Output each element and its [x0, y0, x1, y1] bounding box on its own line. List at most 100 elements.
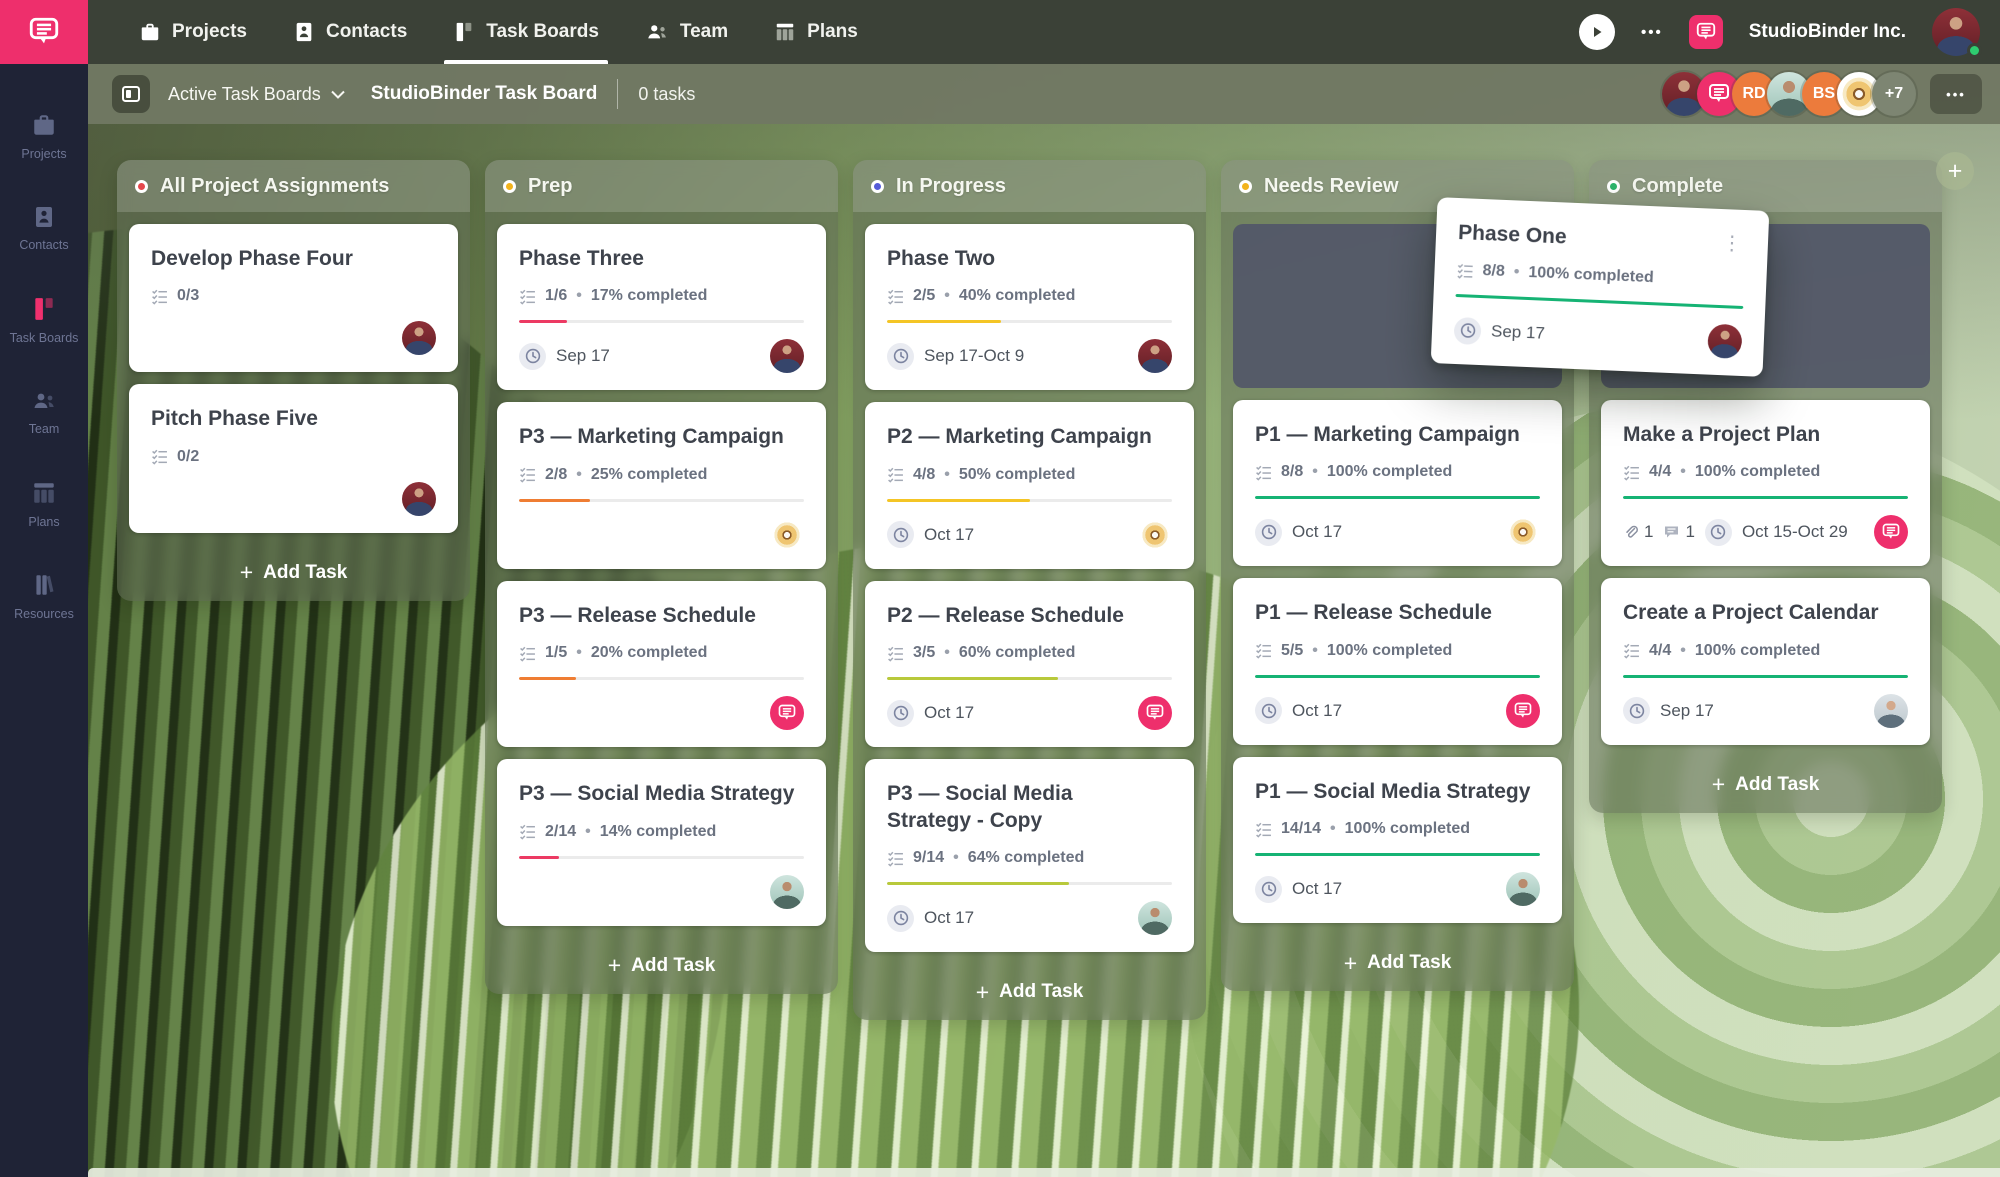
sidebar-label: Plans [28, 515, 59, 529]
board-view-icon [121, 84, 141, 104]
board-more-button[interactable]: ••• [1930, 74, 1982, 114]
column-body: Develop Phase Four 0/3 Pitch Phase Five … [117, 212, 470, 533]
task-card[interactable]: Create a Project Calendar 4/4 • 100% com… [1601, 578, 1930, 744]
sidebar-item-team[interactable]: Team [0, 366, 88, 458]
checklist-icon [151, 288, 168, 305]
board-title: StudioBinder Task Board [371, 83, 598, 105]
sidebar-item-resources[interactable]: Resources [0, 550, 88, 642]
assignee-avatar[interactable] [1138, 339, 1172, 373]
column-header[interactable]: Prep [485, 160, 838, 212]
column-title: Prep [528, 175, 572, 198]
assignee-avatar[interactable] [1506, 515, 1540, 549]
assignee-avatar[interactable] [770, 696, 804, 730]
checklist-count: 14/14 [1281, 820, 1321, 838]
add-task-button[interactable]: + Add Task [117, 545, 470, 601]
sidebar-item-contacts[interactable]: Contacts [0, 182, 88, 274]
card-checklist: 9/14 • 64% completed [887, 849, 1172, 867]
account-avatar[interactable] [1932, 8, 1980, 56]
task-card[interactable]: P1 — Social Media Strategy 14/14 • 100% … [1233, 757, 1562, 923]
add-column-button[interactable]: + [1936, 152, 1974, 190]
plus-icon: + [1344, 950, 1357, 977]
nav-item-projects[interactable]: Projects [116, 0, 270, 64]
sidebar-item-plans[interactable]: Plans [0, 458, 88, 550]
assignee-avatar[interactable] [770, 339, 804, 373]
task-card[interactable]: Pitch Phase Five 0/2 [129, 384, 458, 532]
nav-item-contacts[interactable]: Contacts [270, 0, 430, 64]
checklist-icon [887, 850, 904, 867]
assignee-avatar[interactable] [1874, 515, 1908, 549]
assignee-avatar[interactable] [1138, 696, 1172, 730]
task-card[interactable]: P3 — Social Media Strategy - Copy 9/14 •… [865, 759, 1194, 952]
task-card[interactable]: Phase Two 2/5 • 40% completed Sep 17-Oct… [865, 224, 1194, 390]
progress-fill [519, 856, 559, 859]
task-card[interactable]: Develop Phase Four 0/3 [129, 224, 458, 372]
task-card[interactable]: P3 — Release Schedule 1/5 • 20% complete… [497, 581, 826, 747]
checklist-icon [1255, 464, 1272, 481]
more-menu-button[interactable]: ••• [1641, 24, 1663, 41]
column-prep: Prep Phase Three 1/6 • 17% completed Sep… [485, 160, 838, 994]
assignee-avatar[interactable] [1707, 324, 1742, 359]
dragging-card-phase-one[interactable]: Phase One ⋮ 8/8 • 100% completed Sep 17 [1431, 197, 1770, 377]
task-card[interactable]: P3 — Marketing Campaign 2/8 • 25% comple… [497, 402, 826, 568]
nav-item-team[interactable]: Team [622, 0, 751, 64]
assignee-avatar[interactable] [1874, 694, 1908, 728]
task-card[interactable]: P2 — Marketing Campaign 4/8 • 50% comple… [865, 402, 1194, 568]
card-footer [519, 695, 804, 731]
task-card[interactable]: P2 — Release Schedule 3/5 • 60% complete… [865, 581, 1194, 747]
add-task-button[interactable]: + Add Task [1589, 757, 1942, 813]
company-logo-badge[interactable] [1689, 15, 1723, 49]
progress-bar [519, 677, 804, 680]
assignee-avatar[interactable] [1506, 872, 1540, 906]
boards-dropdown-label: Active Task Boards [168, 84, 321, 105]
task-card[interactable]: P3 — Social Media Strategy 2/14 • 14% co… [497, 759, 826, 925]
member-avatar-stack: RD BS +7 [1662, 72, 1916, 116]
checklist-count: 4/8 [913, 466, 935, 484]
progress-fill [1255, 675, 1540, 678]
horizontal-scrollbar[interactable] [88, 1168, 2000, 1177]
card-checklist: 8/8 • 100% completed [1255, 463, 1540, 481]
sidebar-item-task-boards[interactable]: Task Boards [0, 274, 88, 366]
column-status-dot [1607, 180, 1620, 193]
progress-bar [887, 499, 1172, 502]
card-title: P2 — Marketing Campaign [887, 424, 1172, 450]
task-card[interactable]: Phase Three 1/6 • 17% completed Sep 17 [497, 224, 826, 390]
nav-item-plans[interactable]: Plans [751, 0, 881, 64]
sidebar-item-projects[interactable]: Projects [0, 90, 88, 182]
attachments-count: 1 [1623, 522, 1653, 542]
add-task-button[interactable]: + Add Task [485, 938, 838, 994]
member-overflow-badge[interactable]: +7 [1872, 72, 1916, 116]
bullet: • [576, 644, 582, 662]
card-menu-button[interactable]: ⋮ [1717, 231, 1746, 256]
checklist-count: 8/8 [1482, 263, 1505, 282]
studiobinder-logo-icon [27, 15, 61, 49]
column-header[interactable]: In Progress [853, 160, 1206, 212]
column-all-project-assignments: All Project Assignments Develop Phase Fo… [117, 160, 470, 601]
assignee-avatar[interactable] [402, 482, 436, 516]
board-view-button[interactable] [112, 75, 150, 113]
boards-dropdown[interactable]: Active Task Boards [168, 84, 345, 105]
add-task-button[interactable]: + Add Task [853, 964, 1206, 1020]
task-card[interactable]: P1 — Release Schedule 5/5 • 100% complet… [1233, 578, 1562, 744]
column-header[interactable]: Complete [1589, 160, 1942, 212]
nav-item-task-boards[interactable]: Task Boards [430, 0, 622, 64]
play-button[interactable] [1579, 14, 1615, 50]
assignee-avatar[interactable] [1138, 901, 1172, 935]
checklist-icon [887, 288, 904, 305]
bullet: • [1312, 642, 1318, 660]
task-card[interactable]: P1 — Marketing Campaign 8/8 • 100% compl… [1233, 400, 1562, 566]
app-logo[interactable] [0, 0, 88, 64]
assignee-avatar[interactable] [770, 875, 804, 909]
studiobinder-logo-icon [1695, 21, 1717, 43]
progress-bar [519, 320, 804, 323]
task-card[interactable]: Make a Project Plan 4/4 • 100% completed… [1601, 400, 1930, 566]
nav-label: Contacts [326, 21, 407, 43]
checklist-count: 4/4 [1649, 642, 1671, 660]
books-icon [31, 572, 57, 598]
column-header[interactable]: All Project Assignments [117, 160, 470, 212]
add-task-button[interactable]: + Add Task [1221, 935, 1574, 991]
assignee-avatar[interactable] [1506, 694, 1540, 728]
assignee-avatar[interactable] [402, 321, 436, 355]
assignee-avatar[interactable] [770, 518, 804, 552]
nav-label: Team [680, 21, 728, 43]
assignee-avatar[interactable] [1138, 518, 1172, 552]
